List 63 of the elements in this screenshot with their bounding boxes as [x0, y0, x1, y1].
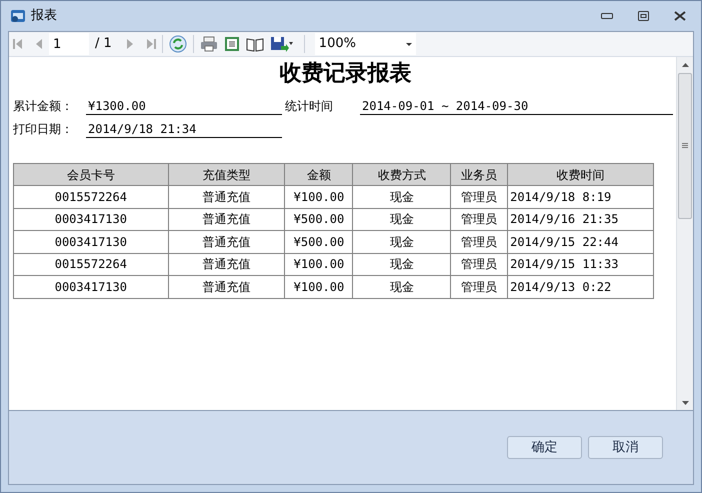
minimize-icon[interactable] [601, 13, 613, 19]
page-count: / 1 [95, 35, 112, 54]
table-cell: 普通充值 [168, 276, 285, 298]
table-cell: 现金 [352, 186, 451, 208]
field-value: ¥1300.00 [86, 97, 282, 115]
table-cell: 管理员 [450, 253, 508, 276]
table-cell: 2014/9/13 0:22 [508, 276, 654, 298]
page-setup-icon[interactable] [224, 36, 240, 52]
column-header: 会员卡号 [14, 164, 168, 186]
table-cell: ¥100.00 [284, 253, 353, 276]
dialog-button[interactable]: 取消 [588, 436, 663, 459]
column-header: 收费时间 [508, 164, 654, 186]
scroll-thumb[interactable] [678, 73, 692, 219]
table-cell: 2014/9/15 11:33 [508, 253, 654, 276]
table-cell: 0015572264 [14, 253, 168, 276]
table-cell: 管理员 [450, 208, 508, 230]
table-cell: 0003417130 [14, 276, 168, 298]
page-field[interactable]: 1 [49, 33, 89, 55]
book-icon[interactable] [246, 36, 264, 52]
field-label: 累计金额： [13, 98, 73, 115]
table-cell: ¥100.00 [284, 186, 353, 208]
column-header: 金额 [284, 164, 353, 186]
column-header: 业务员 [450, 164, 508, 186]
dropdown-arrow-icon [406, 42, 412, 46]
save-icon[interactable] [270, 36, 294, 52]
scroll-up-icon[interactable] [682, 63, 688, 67]
field-label: 打印日期： [13, 121, 73, 138]
refresh-icon[interactable] [168, 35, 187, 53]
scroll-down-icon[interactable] [682, 401, 688, 405]
table-cell: 0015572264 [14, 186, 168, 208]
table-cell: 管理员 [450, 276, 508, 298]
column-header: 充值类型 [168, 164, 285, 186]
app-icon [10, 8, 26, 24]
table-cell: 2014/9/16 21:35 [508, 208, 654, 230]
table-cell: ¥500.00 [284, 208, 353, 230]
field-label: 统计时间 [285, 98, 333, 115]
dialog-button[interactable]: 确定 [507, 436, 582, 459]
table-cell: ¥100.00 [284, 276, 353, 298]
close-icon[interactable] [674, 11, 686, 21]
field-value: 2014-09-01 ~ 2014-09-30 [360, 97, 673, 115]
table-cell: 管理员 [450, 186, 508, 208]
table-cell: 现金 [352, 253, 451, 276]
table-cell: ¥500.00 [284, 230, 353, 253]
table-cell: 0003417130 [14, 208, 168, 230]
maximize-icon[interactable] [638, 11, 649, 21]
table-cell: 普通充值 [168, 253, 285, 276]
table-cell: 0003417130 [14, 230, 168, 253]
scrollbar[interactable] [676, 57, 693, 410]
table-cell: 现金 [352, 208, 451, 230]
zoom-dropdown[interactable]: 100% [314, 33, 416, 55]
field-value: 2014/9/18 21:34 [86, 120, 282, 138]
table-cell: 现金 [352, 276, 451, 298]
window-title: 报表 [31, 7, 57, 26]
table-cell: 现金 [352, 230, 451, 253]
table-cell: 普通充值 [168, 186, 285, 208]
table-cell: 普通充值 [168, 208, 285, 230]
printer-icon[interactable] [200, 36, 218, 52]
column-header: 收费方式 [352, 164, 451, 186]
table-cell: 2014/9/18 8:19 [508, 186, 654, 208]
table-cell: 2014/9/15 22:44 [508, 230, 654, 253]
table-cell: 普通充值 [168, 230, 285, 253]
table-cell: 管理员 [450, 230, 508, 253]
report-title: 收费记录报表 [278, 59, 412, 88]
